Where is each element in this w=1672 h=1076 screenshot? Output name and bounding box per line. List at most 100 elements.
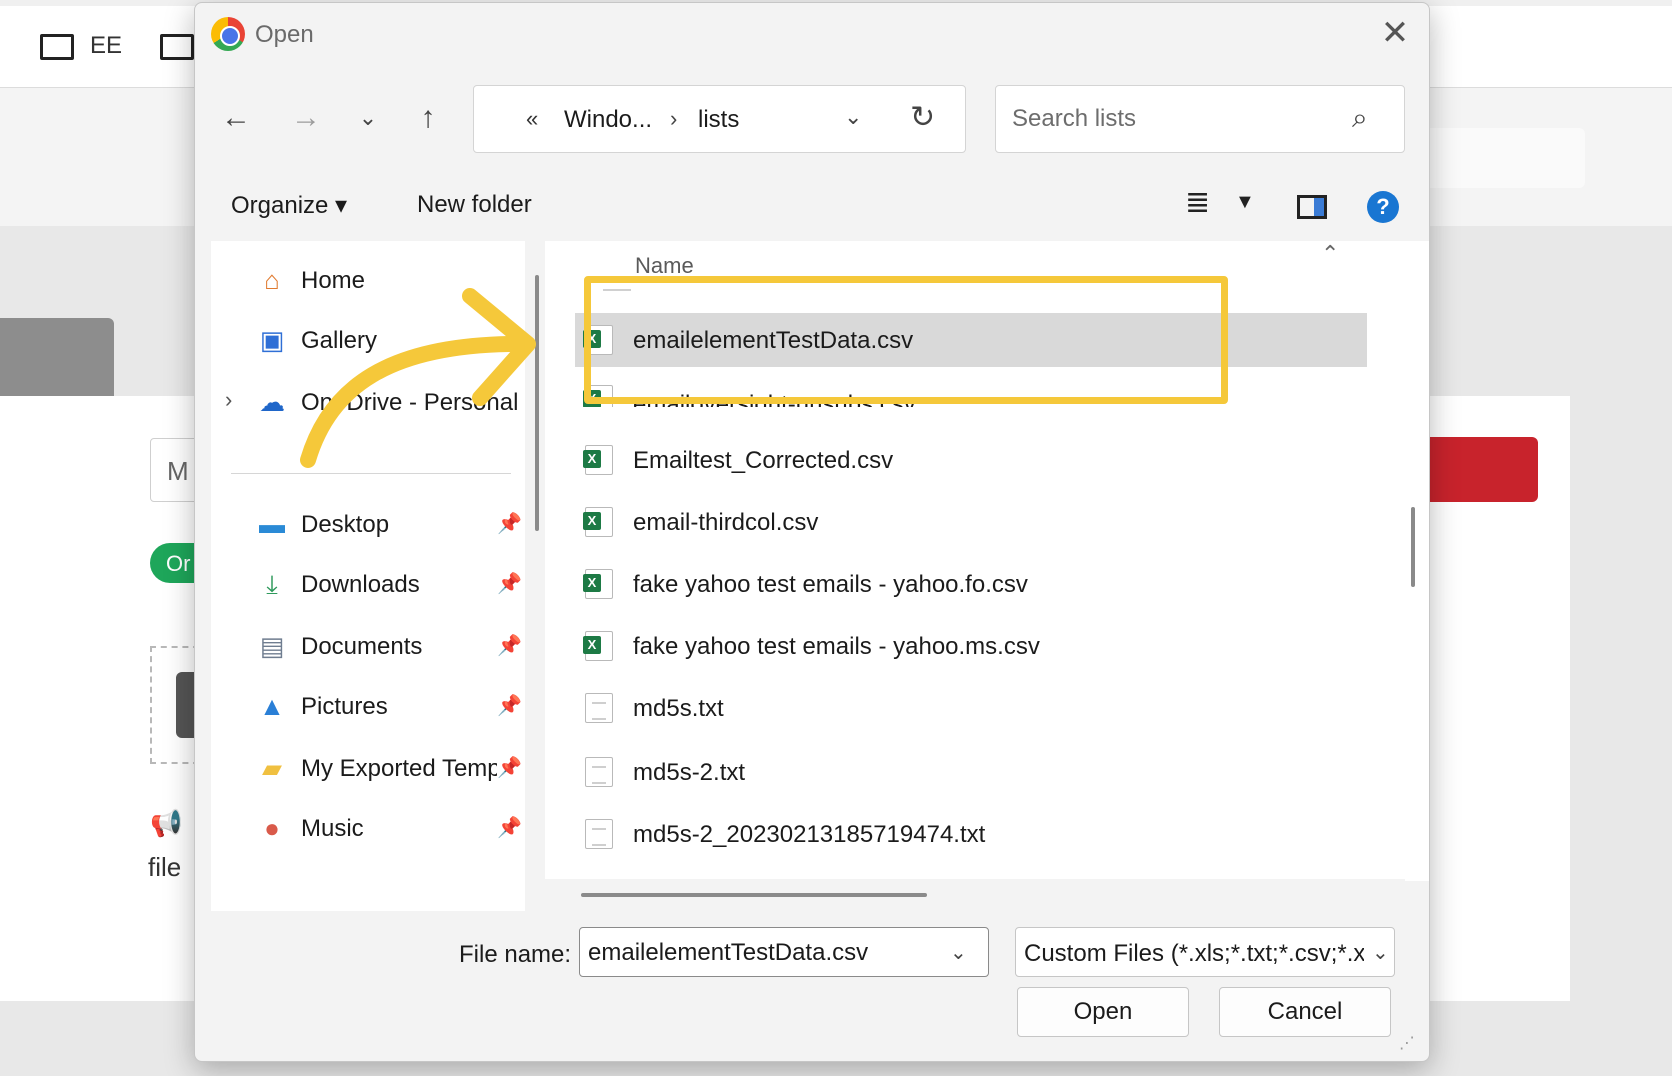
- onedrive-icon: ☁: [259, 387, 285, 417]
- pin-icon: 📌: [497, 513, 522, 535]
- nav-item-downloads[interactable]: ⤓ Downloads 📌: [211, 555, 529, 613]
- view-dropdown-caret-icon[interactable]: ▼: [1235, 191, 1255, 214]
- expand-chevron-icon[interactable]: ›: [225, 387, 232, 413]
- csv-file-icon: [583, 631, 613, 661]
- documents-icon: ▤: [259, 631, 285, 661]
- pin-icon: 📌: [497, 573, 522, 595]
- nav-item-desktop[interactable]: ▬ Desktop 📌: [211, 495, 529, 553]
- txt-file-icon: [585, 819, 613, 849]
- file-name-dropdown-chevron-icon[interactable]: ⌄: [950, 940, 967, 965]
- file-name: md5s.txt: [633, 695, 724, 722]
- topbar-label[interactable]: EE: [90, 32, 122, 60]
- pictures-icon: ▲: [259, 691, 285, 721]
- file-name: md5s-2.txt: [633, 759, 746, 786]
- file-row[interactable]: email-thirdcol.csv: [575, 495, 1367, 549]
- file-row[interactable]: fake yahoo test emails - yahoo.fo.csv: [575, 557, 1367, 611]
- new-folder-button[interactable]: New folder: [417, 191, 532, 219]
- nav-item-label: Downloads: [301, 571, 420, 598]
- nav-item-music[interactable]: ● Music 📌: [211, 799, 529, 857]
- address-bar[interactable]: « Windo... › lists ⌄ ↻: [473, 85, 966, 153]
- preview-pane-icon[interactable]: [1297, 195, 1327, 219]
- csv-file-icon: [583, 507, 613, 537]
- nav-item-label: Documents: [301, 633, 423, 660]
- downloads-icon: ⤓: [266, 569, 278, 599]
- open-file-dialog: Open ✕ ← → ⌄ ↑ « Windo... › lists ⌄ ↻ ⌕ …: [194, 2, 1430, 1062]
- close-icon[interactable]: ✕: [1373, 13, 1417, 53]
- file-list-vertical-scrollbar[interactable]: [1405, 241, 1429, 881]
- file-type-value: Custom Files (*.xls;*.txt;*.csv;*.x: [1024, 940, 1364, 967]
- app-red-button[interactable]: [1420, 437, 1538, 502]
- txt-file-icon: [585, 757, 613, 787]
- pin-icon: 📌: [497, 757, 522, 779]
- file-type-select[interactable]: Custom Files (*.xls;*.txt;*.csv;*.x ⌄: [1015, 927, 1395, 977]
- view-list-icon[interactable]: ≣: [1185, 185, 1210, 220]
- folder-icon: ▰: [262, 753, 282, 783]
- dialog-title: Open: [255, 21, 314, 48]
- nav-item-my-exported[interactable]: ▰ My Exported Temp 📌: [211, 739, 529, 797]
- browser-app-icon: [211, 17, 245, 51]
- back-arrow-icon[interactable]: ←: [213, 95, 259, 141]
- music-icon: ●: [264, 813, 280, 843]
- file-row[interactable]: md5s-2.txt: [575, 745, 1367, 799]
- csv-file-icon: [583, 445, 613, 475]
- home-icon: ⌂: [264, 265, 280, 295]
- file-row[interactable]: Emailtest_Corrected.csv: [575, 433, 1367, 487]
- refresh-icon[interactable]: ↻: [910, 100, 935, 135]
- nav-item-label: Music: [301, 815, 364, 842]
- txt-file-icon: [585, 693, 613, 723]
- pin-icon: 📌: [497, 695, 522, 717]
- app-header-input[interactable]: [1420, 128, 1585, 188]
- nav-item-label: Pictures: [301, 693, 388, 720]
- file-name: email-thirdcol.csv: [633, 509, 819, 536]
- open-button[interactable]: Open: [1017, 987, 1189, 1037]
- help-icon[interactable]: ?: [1367, 191, 1399, 223]
- highlight-annotation: [584, 276, 1228, 404]
- file-type-dropdown-chevron-icon[interactable]: ⌄: [1368, 940, 1389, 965]
- gallery-icon: ▣: [259, 325, 285, 355]
- dialog-toolbar: Organize ▾ New folder ≣ ▼ ?: [195, 171, 1429, 239]
- organize-button[interactable]: Organize ▾: [231, 191, 347, 220]
- forward-arrow-icon[interactable]: →: [283, 95, 329, 141]
- nav-item-documents[interactable]: ▤ Documents 📌: [211, 617, 529, 675]
- search-input[interactable]: [1012, 104, 1332, 134]
- breadcrumb-segment[interactable]: Windo...: [564, 106, 652, 134]
- file-name-label: File name:: [459, 941, 572, 968]
- address-overflow-chevron-icon[interactable]: «: [526, 106, 538, 132]
- search-box[interactable]: ⌕: [995, 85, 1405, 153]
- app-file-text: file: [148, 852, 182, 882]
- horizontal-scrollbar-thumb[interactable]: [581, 893, 927, 897]
- sort-caret-icon[interactable]: ⌃: [1321, 241, 1339, 267]
- file-row[interactable]: md5s-2_20230213185719474.txt: [575, 807, 1367, 861]
- file-row[interactable]: fake yahoo test emails - yahoo.ms.csv: [575, 619, 1367, 673]
- file-row[interactable]: md5s.txt: [575, 681, 1367, 735]
- dialog-titlebar[interactable]: Open ✕: [195, 3, 1429, 65]
- nav-item-label: Desktop: [301, 511, 390, 538]
- file-name: fake yahoo test emails - yahoo.fo.csv: [633, 571, 1028, 598]
- cancel-button[interactable]: Cancel: [1219, 987, 1391, 1037]
- pin-icon: 📌: [497, 635, 522, 657]
- folder-icon[interactable]: [160, 34, 194, 60]
- resize-grip-icon[interactable]: ⋰: [1399, 1033, 1415, 1053]
- address-dropdown-chevron-icon[interactable]: ⌄: [844, 104, 862, 130]
- desktop-icon: ▬: [259, 509, 285, 539]
- app-grey-tab[interactable]: [0, 318, 114, 396]
- nav-item-label: My Exported Temp: [301, 755, 497, 782]
- file-list-horizontal-scrollbar[interactable]: [545, 879, 1405, 911]
- recent-locations-chevron-icon[interactable]: ⌄: [345, 95, 391, 141]
- file-name: Emailtest_Corrected.csv: [633, 447, 894, 474]
- file-name: md5s-2_20230213185719474.txt: [633, 821, 986, 848]
- search-icon[interactable]: ⌕: [1352, 102, 1368, 135]
- file-name-combobox[interactable]: ⌄: [579, 927, 989, 977]
- breadcrumb-segment[interactable]: lists: [698, 106, 739, 134]
- nav-item-pictures[interactable]: ▲ Pictures 📌: [211, 677, 529, 735]
- up-arrow-icon[interactable]: ↑: [405, 95, 451, 141]
- folder-icon[interactable]: [40, 34, 74, 60]
- megaphone-icon: 📢: [150, 808, 183, 838]
- file-name-input[interactable]: [588, 938, 938, 968]
- arrow-annotation-icon: [300, 288, 536, 468]
- pin-icon: 📌: [497, 817, 522, 839]
- vertical-scrollbar-thumb[interactable]: [1411, 507, 1415, 587]
- csv-file-icon: [583, 569, 613, 599]
- breadcrumb-separator-icon[interactable]: ›: [670, 106, 677, 132]
- file-name: fake yahoo test emails - yahoo.ms.csv: [633, 633, 1040, 660]
